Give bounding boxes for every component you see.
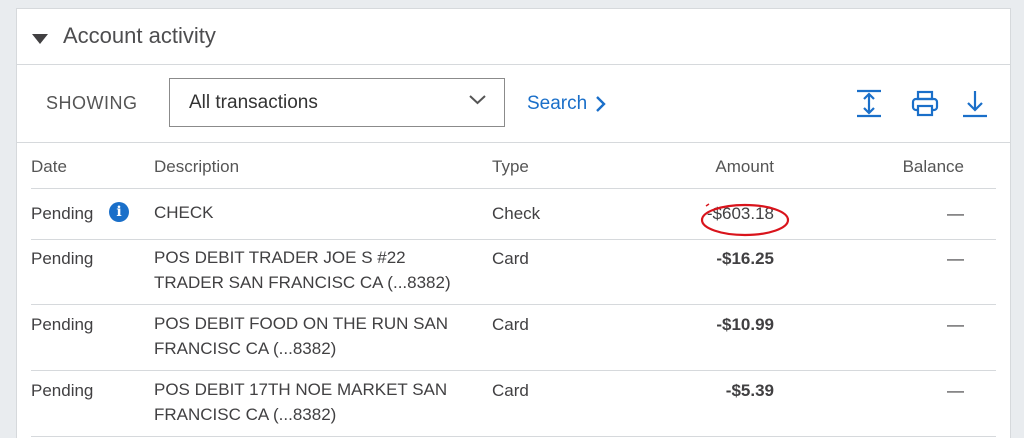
download-icon[interactable] <box>961 89 989 119</box>
info-icon[interactable]: i <box>109 202 129 222</box>
filter-selected-value: All transactions <box>189 92 318 113</box>
row-balance: — <box>947 249 964 268</box>
chevron-right-icon <box>596 96 606 112</box>
row-description: POS DEBIT FOOD ON THE RUN SAN FRANCISC C… <box>154 314 449 358</box>
search-label: Search <box>527 93 588 114</box>
row-balance: — <box>947 381 964 400</box>
transactions-filter-select[interactable]: All transactions <box>169 78 505 127</box>
row-description: CHECK <box>154 203 214 222</box>
chevron-down-icon <box>469 95 486 105</box>
toolbar: SHOWING All transactions Search <box>17 65 1010 143</box>
table-header: Date Description Type Amount Balance <box>31 143 996 189</box>
table-row[interactable]: Pending POS DEBIT FOOD ON THE RUN SAN FR… <box>31 305 996 371</box>
table-row[interactable]: Pending POS DEBIT TRADER JOE S #22 TRADE… <box>31 240 996 305</box>
table-row[interactable]: Pending i CHECK Check -$603.18 — <box>31 189 996 240</box>
header-description[interactable]: Description <box>154 157 239 177</box>
row-description: POS DEBIT TRADER JOE S #22 TRADER SAN FR… <box>154 248 451 292</box>
row-type: Card <box>492 315 529 334</box>
row-date: Pending <box>31 249 94 268</box>
row-date: Pending <box>31 381 94 400</box>
row-amount: -$16.25 <box>716 249 774 268</box>
header-amount[interactable]: Amount <box>715 157 774 177</box>
showing-label: SHOWING <box>46 93 138 113</box>
panel-header[interactable]: Account activity <box>17 9 1010 65</box>
header-date[interactable]: Date <box>31 157 67 177</box>
row-balance: — <box>947 315 964 334</box>
row-type: Card <box>492 249 529 268</box>
account-activity-panel: Account activity SHOWING All transaction… <box>16 8 1011 438</box>
row-date: Pending <box>31 315 94 334</box>
row-amount: -$5.39 <box>725 381 774 400</box>
row-type: Check <box>492 204 541 223</box>
table-row[interactable]: Pending POS DEBIT 17TH NOE MARKET SAN FR… <box>31 371 996 437</box>
search-link[interactable]: Search <box>527 93 606 115</box>
row-type: Card <box>492 381 529 400</box>
print-icon[interactable] <box>911 89 939 119</box>
caret-down-icon[interactable] <box>32 34 48 44</box>
header-type[interactable]: Type <box>492 157 529 177</box>
header-balance[interactable]: Balance <box>903 157 964 177</box>
annotation-circle <box>700 203 790 237</box>
row-amount: -$10.99 <box>716 315 774 334</box>
row-description: POS DEBIT 17TH NOE MARKET SAN FRANCISC C… <box>154 380 448 424</box>
row-date: Pending <box>31 204 94 223</box>
expand-vertical-icon[interactable] <box>855 89 883 119</box>
panel-title: Account activity <box>63 23 216 48</box>
row-balance: — <box>947 204 964 223</box>
